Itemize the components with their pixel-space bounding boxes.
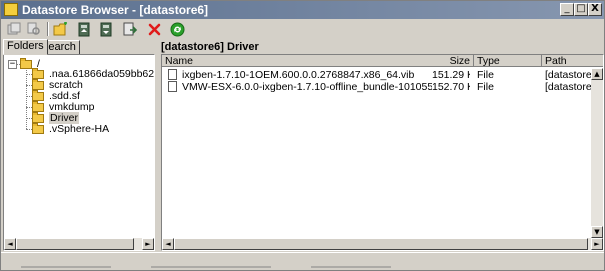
scrollbar-thumb[interactable] (174, 238, 588, 250)
left-horizontal-scrollbar[interactable]: ◄ ► (4, 238, 154, 250)
status-bar (1, 252, 604, 270)
folder-icon (32, 68, 46, 79)
download-icon[interactable] (98, 21, 114, 37)
scroll-left-button[interactable]: ◄ (162, 238, 174, 250)
file-type: File (477, 69, 494, 81)
file-path: [datastore6] Driv (545, 69, 591, 81)
search-datastore-icon[interactable] (26, 21, 42, 37)
folder-tree[interactable]: − / .naa.61866da059bb620022f586 scratch … (3, 54, 155, 251)
column-header-size[interactable]: Size (434, 55, 474, 67)
file-name: ixgben-1.7.10-1OEM.600.0.0.2768847.x86_6… (182, 69, 415, 81)
scroll-left-button[interactable]: ◄ (4, 238, 16, 250)
toolbar (1, 20, 604, 38)
folder-icon (32, 123, 46, 134)
file-icon (168, 69, 177, 80)
tree-line (26, 70, 27, 129)
file-type: File (477, 81, 494, 93)
folder-icon (32, 79, 46, 90)
refresh-icon[interactable] (6, 21, 22, 37)
file-name-cell[interactable]: VMW-ESX-6.0.0-ixgben-1.7.10-offline_bund… (168, 81, 432, 93)
scroll-right-button[interactable]: ► (591, 238, 603, 250)
tree-item-vsphere-ha[interactable]: .vSphere-HA (32, 123, 109, 135)
column-header-path[interactable]: Path (542, 55, 603, 67)
close-button[interactable]: X (588, 3, 602, 16)
scrollbar-thumb[interactable] (16, 238, 134, 250)
column-header-type[interactable]: Type (474, 55, 542, 67)
upload-icon[interactable] (76, 21, 92, 37)
window-title: Datastore Browser - [datastore6] (22, 3, 209, 17)
file-size: 151.29 KB (432, 69, 470, 81)
file-name: VMW-ESX-6.0.0-ixgben-1.7.10-offline_bund… (182, 81, 432, 93)
scroll-down-button[interactable]: ▼ (591, 226, 603, 238)
file-name-cell[interactable]: ixgben-1.7.10-1OEM.600.0.0.2768847.x86_6… (168, 69, 432, 81)
status-bar-residue (311, 266, 391, 268)
minimize-button[interactable]: _ (560, 3, 574, 16)
tab-folders[interactable]: Folders (3, 39, 48, 55)
register-vm-icon[interactable] (122, 21, 138, 37)
status-bar-residue (151, 266, 271, 268)
datastore-browser-window: Datastore Browser - [datastore6] _ □ X F… (0, 0, 605, 271)
current-path-label: [datastore6] Driver (161, 41, 259, 53)
folder-icon (32, 101, 46, 112)
file-size: 152.70 KB (432, 81, 470, 93)
file-path: [datastore6] Driv (545, 81, 591, 93)
new-folder-icon[interactable] (53, 21, 69, 37)
datastore-browser-app-icon (4, 3, 18, 16)
scroll-right-button[interactable]: ► (142, 238, 154, 250)
scroll-up-button[interactable]: ▲ (591, 68, 603, 80)
status-bar-residue (21, 266, 111, 268)
title-bar[interactable]: Datastore Browser - [datastore6] _ □ X (1, 1, 604, 19)
delete-icon[interactable] (146, 21, 162, 37)
collapse-expander[interactable]: − (8, 60, 17, 69)
vertical-scrollbar[interactable]: ▲ ▼ (591, 68, 603, 238)
folder-icon (32, 90, 46, 101)
file-list[interactable]: Name Size Type Path ixgben-1.7.10-1OEM.6… (161, 54, 604, 251)
tree-item-label: .vSphere-HA (49, 123, 110, 135)
maximize-button[interactable]: □ (574, 3, 588, 16)
file-icon (168, 81, 177, 92)
toolbar-separator (47, 22, 49, 36)
column-header-name[interactable]: Name (162, 55, 474, 67)
inventory-icon[interactable] (169, 21, 185, 37)
right-horizontal-scrollbar[interactable]: ◄ ► (162, 238, 603, 250)
open-folder-icon (32, 112, 46, 123)
